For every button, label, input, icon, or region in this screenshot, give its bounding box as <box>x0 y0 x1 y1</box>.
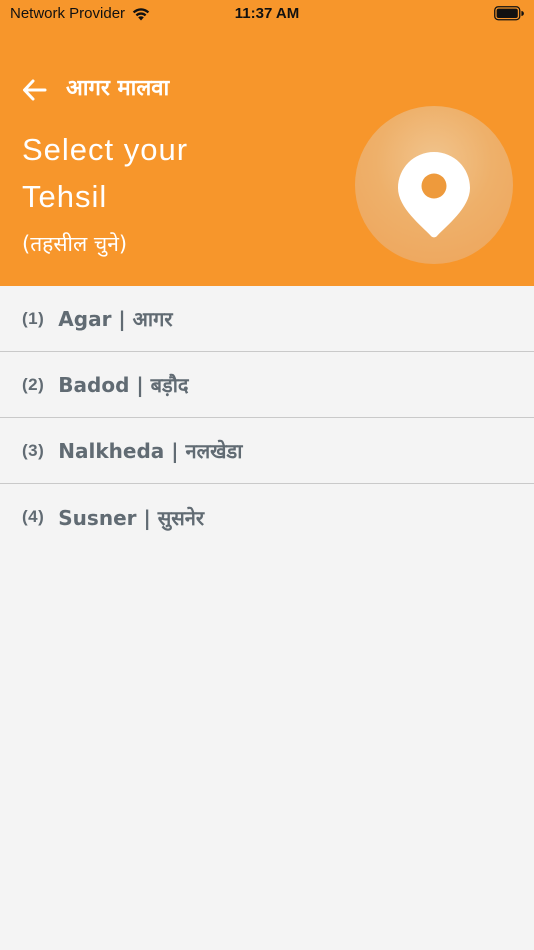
page-heading-line2: Tehsil <box>22 179 108 214</box>
back-button[interactable] <box>20 76 52 104</box>
tehsil-item-name: Nalkheda | नलखेडा <box>58 439 243 463</box>
location-pin-icon <box>398 152 470 238</box>
status-time: 11:37 AM <box>234 5 300 22</box>
tehsil-item-agar[interactable]: (1) Agar | आगर <box>0 286 534 352</box>
tehsil-item-badod[interactable]: (2) Badod | बड़ौद <box>0 352 534 418</box>
arrow-left-icon <box>23 79 47 101</box>
tehsil-item-number: (1) <box>22 308 45 328</box>
page-heading: Select your Tehsil <box>22 126 322 220</box>
battery-icon <box>494 6 524 21</box>
tehsil-item-number: (4) <box>22 507 45 526</box>
page-heading-line1: Select your <box>22 132 189 167</box>
tehsil-item-number: (3) <box>22 440 45 460</box>
tehsil-item-nalkheda[interactable]: (3) Nalkheda | नलखेडा <box>0 418 534 484</box>
page-subheading: (तहसील चुने) <box>22 232 128 256</box>
screen: Network Provider 11:37 AM आगर मालवा Sele… <box>0 0 534 950</box>
header: आगर मालवा Select your Tehsil (तहसील चुने… <box>0 30 534 286</box>
tehsil-item-number: (2) <box>22 374 45 394</box>
tehsil-item-name: Agar | आगर <box>58 307 173 331</box>
tehsil-item-name: Susner | सुसनेर <box>58 505 205 530</box>
tehsil-item-susner[interactable]: (4) Susner | सुसनेर <box>0 484 534 550</box>
tehsil-item-name: Badod | बड़ौद <box>58 373 189 397</box>
location-badge <box>355 106 513 264</box>
status-bar: Network Provider 11:37 AM <box>0 0 534 30</box>
header-title: आगर मालवा <box>66 76 170 101</box>
tehsil-list: (1) Agar | आगर (2) Badod | बड़ौद (3) Nal… <box>0 286 534 550</box>
